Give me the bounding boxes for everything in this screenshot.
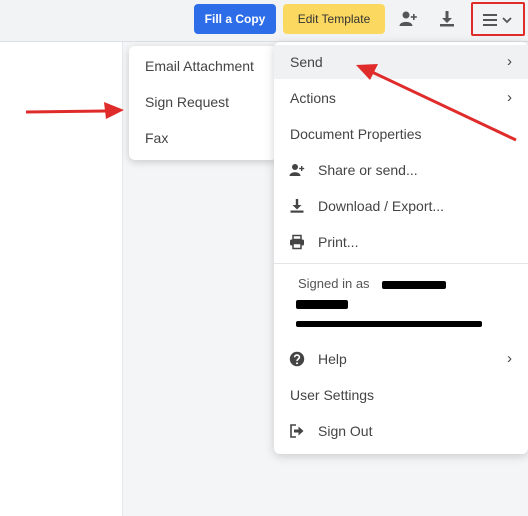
annotation-arrow-left [25, 102, 124, 119]
annotation-arrow-diagonal [356, 64, 517, 142]
annotation-arrows [25, 64, 517, 142]
